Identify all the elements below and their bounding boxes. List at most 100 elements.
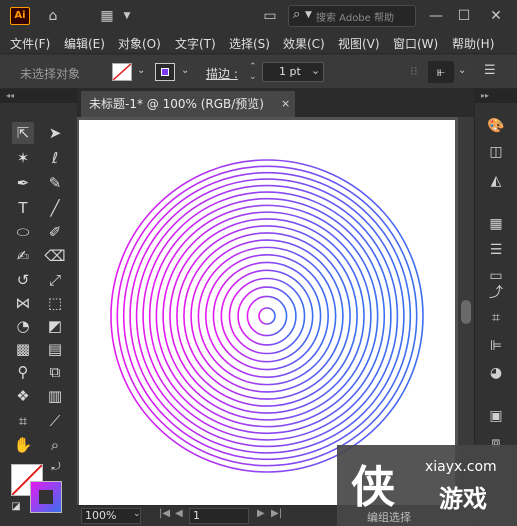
panel-collapse-icon[interactable]: ◂◂ — [0, 89, 77, 103]
column-graph-tool-icon[interactable]: ▥ — [44, 385, 66, 407]
search-icon: ⌕ — [293, 7, 301, 22]
previous-artboard-icon[interactable]: ◀ — [175, 508, 183, 519]
menu-file[interactable]: 文件(F) — [10, 35, 50, 52]
stroke-weight-field[interactable]: ⌃ ⌄ 1 pt ⌄ — [249, 62, 324, 82]
chevron-down-icon: ▼ — [305, 10, 312, 20]
selection-tool-icon[interactable]: ⇱ — [12, 122, 34, 144]
watermark-url: xiayx.com — [425, 459, 497, 475]
blend-tool-icon[interactable]: ⧉ — [44, 361, 66, 383]
free-transform-tool-icon[interactable]: ⬚ — [44, 292, 66, 314]
workspace-layout-icon[interactable]: ▦ — [96, 6, 118, 26]
chevron-down-icon[interactable]: ⌄ — [181, 65, 189, 76]
line-segment-tool-icon[interactable]: ╱ — [44, 197, 66, 219]
last-artboard-icon[interactable]: ▶| — [271, 508, 282, 519]
transform-panel-icon[interactable]: ⌗ — [485, 307, 507, 329]
grid-icon[interactable]: ⁝⁝ — [410, 64, 418, 78]
gradient-panel-icon[interactable]: ▣ — [485, 405, 507, 427]
width-tool-icon[interactable]: ⋈ — [12, 292, 34, 314]
close-icon[interactable]: ✕ — [486, 6, 506, 26]
shape-builder-tool-icon[interactable]: ◔ — [12, 315, 34, 337]
eyedropper-tool-icon[interactable]: ⚲ — [12, 361, 34, 383]
menu-help[interactable]: 帮助(H) — [452, 35, 494, 52]
menu-object[interactable]: 对象(O) — [118, 35, 161, 52]
panel-menu-icon[interactable]: ☰ — [484, 63, 496, 78]
export-panel-icon[interactable]: ⤴ — [485, 282, 507, 304]
menu-view[interactable]: 视图(V) — [338, 35, 380, 52]
scale-tool-icon[interactable]: ⤢ — [44, 269, 66, 291]
stroke-color-box[interactable] — [30, 481, 62, 513]
curvature-tool-icon[interactable]: ✎ — [44, 172, 66, 194]
selection-status: 未选择对象 — [20, 67, 81, 81]
menu-window[interactable]: 窗口(W) — [393, 35, 438, 52]
watermark: 侠 xiayx.com 游戏 编组选择 — [337, 445, 517, 526]
align-panel-icon[interactable]: ⊫ — [485, 335, 507, 357]
default-colors-icon[interactable]: ◪ — [8, 499, 24, 515]
chevron-down-icon[interactable]: ⌄ — [137, 65, 145, 76]
mesh-tool-icon[interactable]: ▩ — [12, 338, 34, 360]
document-tab-bar: 未标题-1* @ 100% (RGB/预览) × — [77, 89, 474, 117]
shaper-tool-icon[interactable]: ✍ — [12, 245, 34, 267]
chevron-down-icon[interactable]: ⌄ — [458, 65, 466, 76]
scrollbar-thumb[interactable] — [461, 300, 471, 324]
no-fill-icon — [113, 64, 131, 80]
next-artboard-icon[interactable]: ▶ — [257, 508, 265, 519]
illustrator-logo: Ai — [10, 7, 30, 25]
chevron-down-icon[interactable]: ⌄ — [133, 509, 141, 519]
home-icon[interactable]: ⌂ — [42, 6, 64, 26]
menu-edit[interactable]: 编辑(E) — [64, 35, 105, 52]
stroke-label[interactable]: 描边 : — [206, 65, 238, 82]
tools-panel: ◂◂ ⇱ ➤ ✶ ℓ ✒ ✎ T ╱ ⬭ ✐ ✍ ⌫ ↺ ⤢ ⋈ ⬚ ◔ ◩ ▩… — [0, 89, 77, 526]
properties-panel-icon[interactable]: ☰ — [485, 239, 507, 261]
stroke-hole — [39, 490, 53, 504]
color-guide-panel-icon[interactable]: ◭ — [485, 170, 507, 192]
concentric-circle[interactable] — [258, 307, 276, 325]
menu-type[interactable]: 文字(T) — [175, 35, 216, 52]
type-tool-icon[interactable]: T — [12, 197, 34, 219]
symbol-sprayer-tool-icon[interactable]: ❖ — [12, 385, 34, 407]
stepper-down-icon[interactable]: ⌄ — [249, 73, 257, 82]
close-icon[interactable]: × — [281, 91, 290, 117]
maximize-icon[interactable]: ☐ — [454, 6, 474, 26]
align-options-icon[interactable]: ⫦ — [428, 61, 454, 83]
pathfinder-panel-icon[interactable]: ◕ — [485, 362, 507, 384]
rotate-tool-icon[interactable]: ↺ — [12, 269, 34, 291]
panel-expand-icon[interactable]: ▸▸ — [475, 89, 517, 103]
arrange-documents-icon[interactable]: ▭ — [260, 6, 280, 26]
stroke-weight-value: 1 pt — [279, 65, 301, 78]
perspective-grid-tool-icon[interactable]: ◩ — [44, 315, 66, 337]
stroke-swatch[interactable] — [155, 63, 175, 81]
slice-tool-icon[interactable]: ⟋ — [44, 410, 66, 432]
control-bar: 未选择对象 ⌄ ⌄ 描边 : ⌃ ⌄ 1 pt ⌄ ⁝⁝ ⫦ ⌄ ☰ — [0, 55, 517, 89]
libraries-panel-icon[interactable]: ▦ — [485, 213, 507, 235]
chevron-down-icon[interactable]: ▼ — [120, 6, 134, 26]
watermark-brand: 游戏 — [439, 485, 487, 513]
menu-bar: 文件(F) 编辑(E) 对象(O) 文字(T) 选择(S) 效果(C) 视图(V… — [0, 32, 517, 54]
magic-wand-tool-icon[interactable]: ✶ — [12, 147, 34, 169]
menu-effect[interactable]: 效果(C) — [283, 35, 325, 52]
minimize-icon[interactable]: — — [426, 6, 446, 26]
swatches-panel-icon[interactable]: ◫ — [485, 141, 507, 163]
gradient-tool-icon[interactable]: ▤ — [44, 338, 66, 360]
watermark-logo-glyph: 侠 — [351, 462, 395, 513]
direct-selection-tool-icon[interactable]: ➤ — [44, 122, 66, 144]
zoom-tool-icon[interactable]: ⌕ — [44, 434, 66, 456]
stepper-up-icon[interactable]: ⌃ — [249, 63, 257, 72]
document-tab[interactable]: 未标题-1* @ 100% (RGB/预览) × — [81, 91, 295, 117]
color-panel-icon[interactable]: 🎨 — [485, 115, 507, 137]
ellipse-tool-icon[interactable]: ⬭ — [12, 221, 34, 243]
chevron-down-icon[interactable]: ⌄ — [311, 64, 320, 77]
artboard-number-field[interactable]: 1 — [189, 508, 249, 524]
fill-swatch[interactable] — [112, 63, 132, 81]
hand-tool-icon[interactable]: ✋ — [12, 434, 34, 456]
zoom-level-field[interactable]: 100% — [81, 508, 141, 524]
eraser-tool-icon[interactable]: ⌫ — [44, 245, 66, 267]
first-artboard-icon[interactable]: |◀ — [159, 508, 170, 519]
lasso-tool-icon[interactable]: ℓ — [44, 147, 66, 169]
menu-select[interactable]: 选择(S) — [229, 35, 270, 52]
swap-fill-stroke-icon[interactable]: ⤾ — [48, 459, 64, 475]
paintbrush-tool-icon[interactable]: ✐ — [44, 221, 66, 243]
document-title: 未标题-1* @ 100% (RGB/预览) — [89, 97, 264, 111]
help-search-input[interactable]: ⌕ ▼ 搜索 Adobe 帮助 — [288, 5, 416, 27]
pen-tool-icon[interactable]: ✒ — [12, 172, 34, 194]
artboard-tool-icon[interactable]: ⌗ — [12, 410, 34, 432]
